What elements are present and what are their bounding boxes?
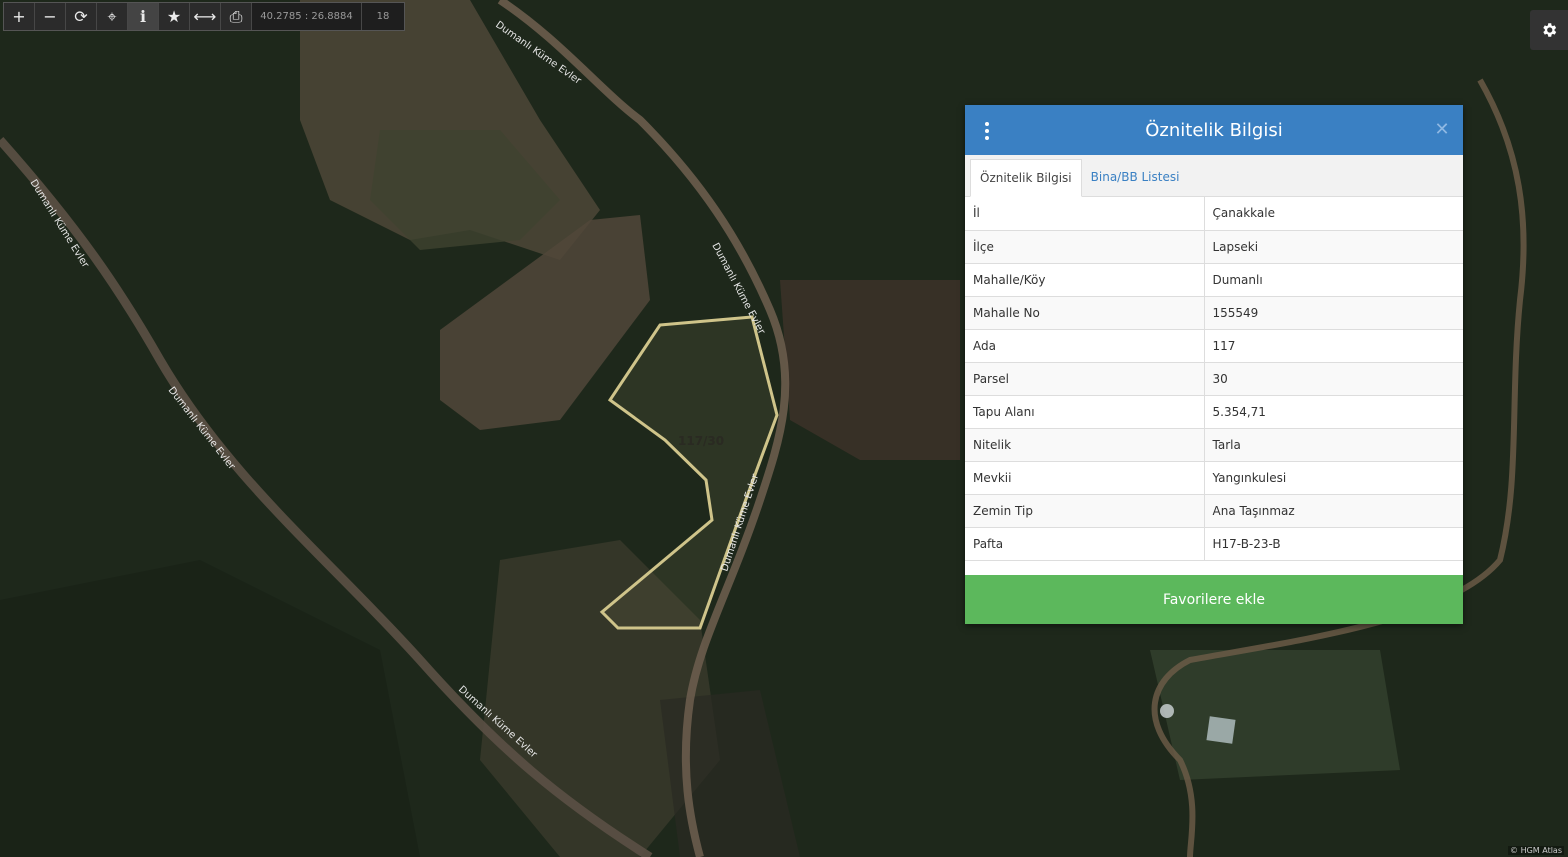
table-row: Parsel 30 (965, 362, 1463, 396)
zoom-level-readout: 18 (362, 3, 404, 30)
panel-header: Öznitelik Bilgisi ✕ (965, 105, 1463, 155)
water-tank (1160, 704, 1174, 718)
table-row: Nitelik Tarla (965, 428, 1463, 462)
table-row: Zemin Tip Ana Taşınmaz (965, 494, 1463, 528)
print-button[interactable]: ⎙ (221, 3, 252, 30)
attribute-value: Dumanlı (1204, 263, 1463, 297)
table-row: Mevkii Yangınkulesi (965, 461, 1463, 495)
attribute-value: 155549 (1204, 296, 1463, 330)
map-toolbar: + − ⟳ ⌖ i ★ ⟷ ⎙ 40.2785 : 26.8884 18 (3, 2, 405, 31)
attribute-key: Tapu Alanı (965, 395, 1205, 429)
tab-building-list[interactable]: Bina/BB Listesi (1082, 158, 1189, 196)
attribute-value: Yangınkulesi (1204, 461, 1463, 495)
star-icon: ★ (166, 7, 182, 26)
table-row: Mahalle No 155549 (965, 296, 1463, 330)
attribute-table: İl Çanakkale İlçe Lapseki Mahalle/Köy Dumanlı… (965, 197, 1463, 561)
attribute-value: Lapseki (1204, 230, 1463, 264)
field-area (1150, 650, 1400, 780)
attribute-value: 30 (1204, 362, 1463, 396)
info-icon: i (139, 7, 147, 26)
refresh-button[interactable]: ⟳ (66, 3, 97, 30)
measure-icon: ⟷ (193, 7, 217, 26)
table-row: Tapu Alanı 5.354,71 (965, 395, 1463, 429)
attribute-value: Tarla (1204, 428, 1463, 462)
attribute-key: İlçe (965, 230, 1205, 264)
attribute-value: H17-B-23-B (1204, 527, 1463, 561)
attribute-key: Pafta (965, 527, 1205, 561)
measure-button[interactable]: ⟷ (190, 3, 221, 30)
table-row: Pafta H17-B-23-B (965, 527, 1463, 561)
attribute-key: Mevkii (965, 461, 1205, 495)
gear-icon (1543, 23, 1557, 37)
tab-attribute-info[interactable]: Öznitelik Bilgisi (970, 159, 1082, 197)
crosshair-icon: ⌖ (107, 6, 117, 26)
menu-kebab-icon[interactable] (983, 122, 991, 140)
zoom-in-button[interactable]: + (4, 3, 35, 30)
attribute-value: 117 (1204, 329, 1463, 363)
attribute-key: Nitelik (965, 428, 1205, 462)
close-icon[interactable]: ✕ (1433, 118, 1451, 140)
table-row: Mahalle/Köy Dumanlı (965, 263, 1463, 297)
attribute-value: 5.354,71 (1204, 395, 1463, 429)
zoom-out-button[interactable]: − (35, 3, 66, 30)
coordinate-readout: 40.2785 : 26.8884 (252, 3, 362, 30)
map-attribution: © HGM Atlas (1508, 846, 1564, 855)
panel-title: Öznitelik Bilgisi (1145, 119, 1283, 141)
panel-tabs: Öznitelik Bilgisi Bina/BB Listesi (965, 155, 1463, 197)
attribute-value: Ana Taşınmaz (1204, 494, 1463, 528)
locate-button[interactable]: ⌖ (97, 3, 128, 30)
attribute-value: Çanakkale (1204, 197, 1463, 231)
attribute-panel: Öznitelik Bilgisi ✕ Öznitelik Bilgisi Bi… (965, 105, 1463, 624)
attribute-key: Zemin Tip (965, 494, 1205, 528)
plus-icon: + (12, 7, 26, 26)
attribute-key: Parsel (965, 362, 1205, 396)
table-row: İl Çanakkale (965, 197, 1463, 231)
parcel-label: 117/30 (678, 434, 724, 448)
printer-icon: ⎙ (229, 6, 243, 26)
attribute-key: İl (965, 197, 1205, 231)
info-button[interactable]: i (128, 3, 159, 30)
attribute-key: Ada (965, 329, 1205, 363)
attribute-key: Mahalle/Köy (965, 263, 1205, 297)
add-to-favorites-button[interactable]: Favorilere ekle (965, 575, 1463, 624)
settings-button[interactable] (1530, 10, 1568, 50)
favorite-button[interactable]: ★ (159, 3, 190, 30)
attribute-key: Mahalle No (965, 296, 1205, 330)
refresh-icon: ⟳ (74, 7, 88, 26)
table-row: Ada 117 (965, 329, 1463, 363)
building (1206, 716, 1236, 744)
table-row: İlçe Lapseki (965, 230, 1463, 264)
minus-icon: − (43, 7, 57, 26)
